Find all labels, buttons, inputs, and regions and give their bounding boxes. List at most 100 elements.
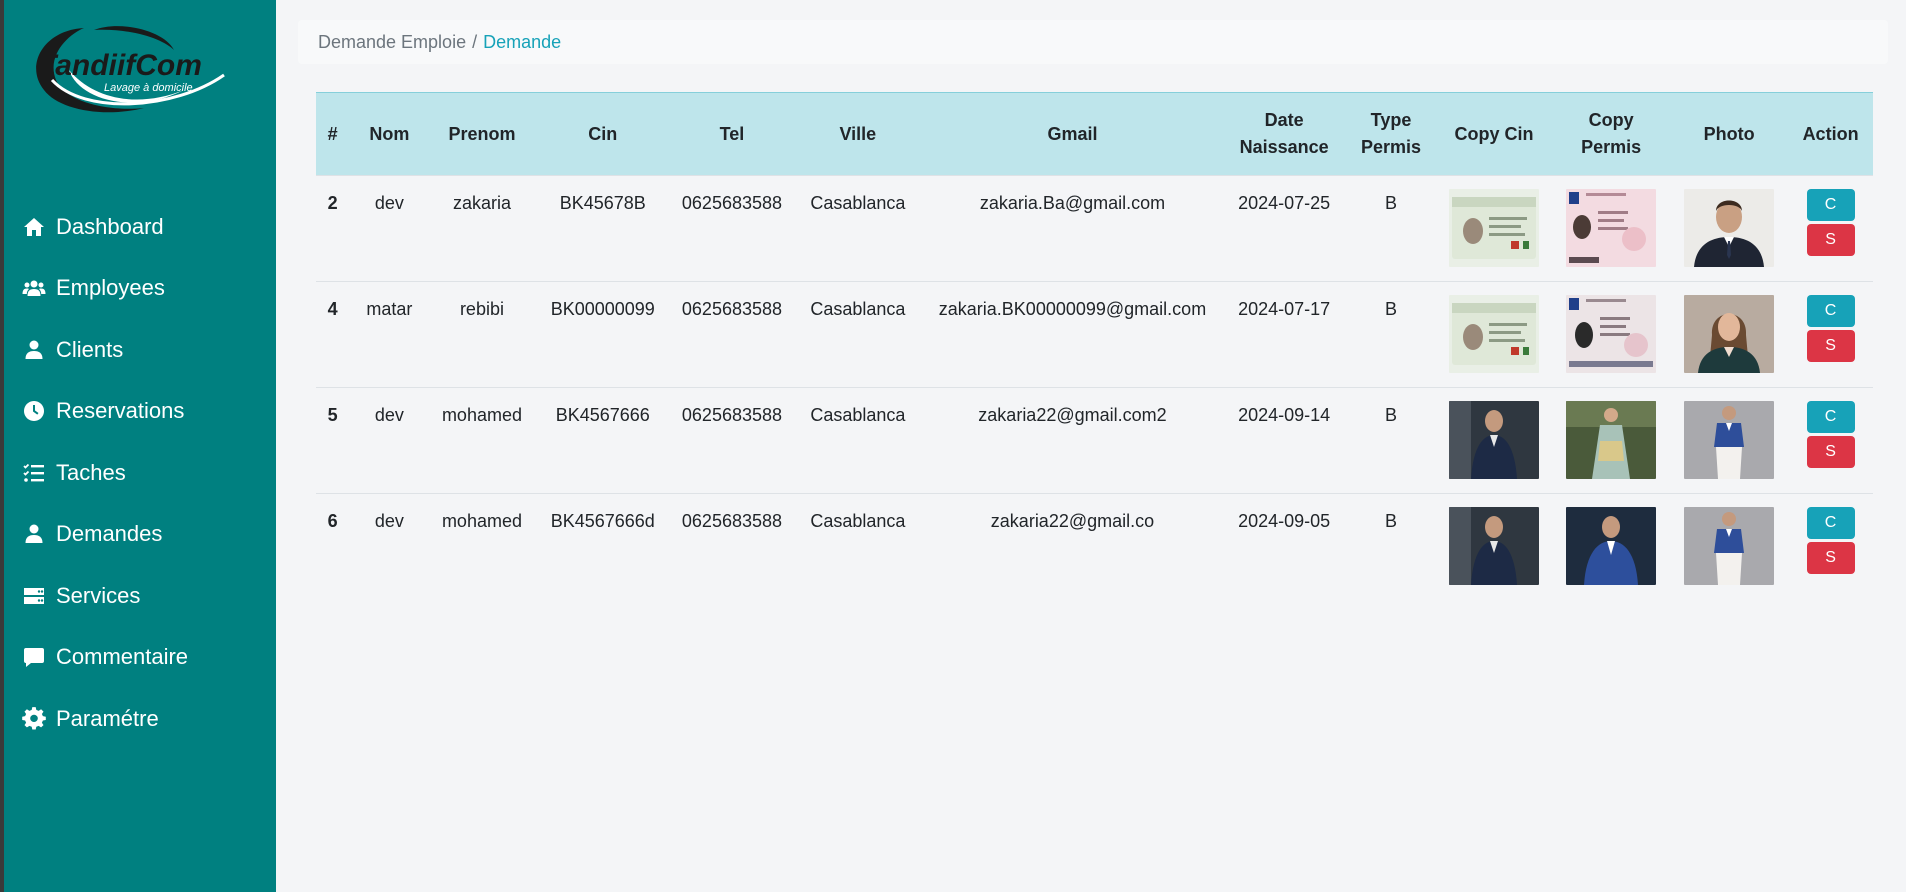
cell-prenom: mohamed <box>429 493 535 600</box>
sidebar-item-dashboard[interactable]: Dashboard <box>4 196 276 258</box>
col-photo: Photo <box>1670 92 1789 176</box>
license-thumbnail[interactable] <box>1566 507 1657 585</box>
cell-ville: Casablanca <box>792 493 923 600</box>
sidebar-item-demandes[interactable]: Demandes <box>4 504 276 566</box>
sidebar-item-label: Paramétre <box>56 705 159 731</box>
cell-copy-cin <box>1435 281 1553 388</box>
profile-photo[interactable] <box>1684 189 1775 267</box>
cell-date: 2024-09-05 <box>1222 493 1347 600</box>
sidebar-item-commentaire[interactable]: Commentaire <box>4 627 276 689</box>
cell-action: C S <box>1788 493 1873 600</box>
delete-button[interactable]: S <box>1806 330 1855 362</box>
cell-type: B <box>1346 493 1436 600</box>
license-thumbnail[interactable] <box>1566 401 1657 479</box>
cell-copy-cin <box>1435 175 1553 282</box>
id-card-thumbnail[interactable] <box>1448 401 1539 479</box>
profile-photo[interactable] <box>1684 507 1775 585</box>
sidebar-item-services[interactable]: Services <box>4 565 276 627</box>
cell-id: 5 <box>316 387 350 494</box>
col-permis-line1: Copy <box>1588 110 1634 130</box>
brand-logo[interactable]: TandiifCom Lavage à domicile <box>24 20 274 120</box>
cell-cin: BK00000099 <box>534 281 672 388</box>
sidebar-item-label: Employees <box>56 275 165 301</box>
col-permis-line2: Permis <box>1581 137 1642 157</box>
delete-button[interactable]: S <box>1806 542 1855 574</box>
cell-photo <box>1670 175 1789 282</box>
license-thumbnail[interactable] <box>1566 295 1657 373</box>
cell-copy-cin <box>1435 387 1553 494</box>
logo-text: TandiifCom <box>38 49 202 82</box>
cell-copy-cin <box>1435 493 1553 600</box>
cell-nom: dev <box>349 175 430 282</box>
gear-icon <box>20 705 48 733</box>
cell-tel: 0625683588 <box>671 175 793 282</box>
sidebar-item-parametre[interactable]: Paramétre <box>4 688 276 750</box>
confirm-button[interactable]: C <box>1806 507 1855 539</box>
cell-cin: BK4567666d <box>534 493 672 600</box>
cell-gmail: zakaria22@gmail.com2 <box>922 387 1223 494</box>
main-content: Demande Emploie / Demande # Nom Prenom C… <box>276 0 1906 892</box>
cell-photo <box>1670 387 1789 494</box>
sidebar: TandiifCom Lavage à domicile Dashboard E… <box>4 0 276 892</box>
cell-nom: dev <box>349 387 430 494</box>
col-type-line1: Type <box>1370 110 1412 130</box>
table-row: 5 dev mohamed BK4567666 0625683588 Casab… <box>316 387 1873 494</box>
sidebar-item-employees[interactable]: Employees <box>4 258 276 320</box>
cell-action: C S <box>1788 281 1873 388</box>
col-type-line2: Permis <box>1360 137 1422 157</box>
delete-button[interactable]: S <box>1806 436 1855 468</box>
col-nom: Nom <box>349 92 430 176</box>
user-icon <box>20 520 48 548</box>
profile-photo[interactable] <box>1684 295 1775 373</box>
sidebar-item-label: Clients <box>56 336 124 362</box>
license-thumbnail[interactable] <box>1566 189 1657 267</box>
cell-ville: Casablanca <box>792 281 923 388</box>
table-body: 2 dev zakaria BK45678B 0625683588 Casabl… <box>316 175 1873 600</box>
confirm-button[interactable]: C <box>1806 295 1855 327</box>
breadcrumb-current: Demande <box>483 31 562 52</box>
confirm-button[interactable]: C <box>1806 189 1855 221</box>
col-prenom: Prenom <box>429 92 535 176</box>
comment-icon <box>20 643 48 671</box>
col-action: Action <box>1788 92 1873 176</box>
delete-button[interactable]: S <box>1806 224 1855 256</box>
cell-cin: BK4567666 <box>534 387 672 494</box>
sidebar-item-label: Taches <box>56 459 126 485</box>
id-card-thumbnail[interactable] <box>1448 507 1539 585</box>
cell-date: 2024-07-17 <box>1222 281 1347 388</box>
sidebar-item-reservations[interactable]: Reservations <box>4 381 276 443</box>
col-ville: Ville <box>792 92 923 176</box>
id-card-thumbnail[interactable] <box>1448 189 1539 267</box>
cell-tel: 0625683588 <box>671 281 793 388</box>
col-date-naissance: Date Naissance <box>1222 92 1347 176</box>
col-id: # <box>316 92 350 176</box>
cell-action: C S <box>1788 175 1873 282</box>
cell-date: 2024-09-14 <box>1222 387 1347 494</box>
profile-photo[interactable] <box>1684 401 1775 479</box>
confirm-button[interactable]: C <box>1806 401 1855 433</box>
id-card-thumbnail[interactable] <box>1448 295 1539 373</box>
table-row: 4 matar rebibi BK00000099 0625683588 Cas… <box>316 281 1873 388</box>
cell-ville: Casablanca <box>792 387 923 494</box>
col-cin: Cin <box>534 92 672 176</box>
tasks-icon <box>20 459 48 487</box>
sidebar-item-label: Dashboard <box>56 213 164 239</box>
logo-tagline: Lavage à domicile <box>104 82 193 94</box>
cell-type: B <box>1346 387 1436 494</box>
sidebar-item-label: Demandes <box>56 521 163 547</box>
cell-copy-permis <box>1552 387 1671 494</box>
col-copy-cin: Copy Cin <box>1435 92 1553 176</box>
sidebar-item-taches[interactable]: Taches <box>4 442 276 504</box>
sidebar-item-clients[interactable]: Clients <box>4 319 276 381</box>
breadcrumb-parent[interactable]: Demande Emploie <box>318 32 466 53</box>
col-date-line1: Date <box>1264 110 1304 130</box>
demandes-table: # Nom Prenom Cin Tel Ville Gmail Date Nai… <box>316 92 1873 600</box>
sidebar-item-label: Reservations <box>56 398 185 424</box>
cell-copy-permis <box>1552 175 1671 282</box>
table-row: 2 dev zakaria BK45678B 0625683588 Casabl… <box>316 175 1873 282</box>
col-type-permis: Type Permis <box>1346 92 1436 176</box>
cell-prenom: rebibi <box>429 281 535 388</box>
cell-photo <box>1670 281 1789 388</box>
cell-id: 6 <box>316 493 350 600</box>
table-header: # Nom Prenom Cin Tel Ville Gmail Date Nai… <box>316 92 1873 176</box>
